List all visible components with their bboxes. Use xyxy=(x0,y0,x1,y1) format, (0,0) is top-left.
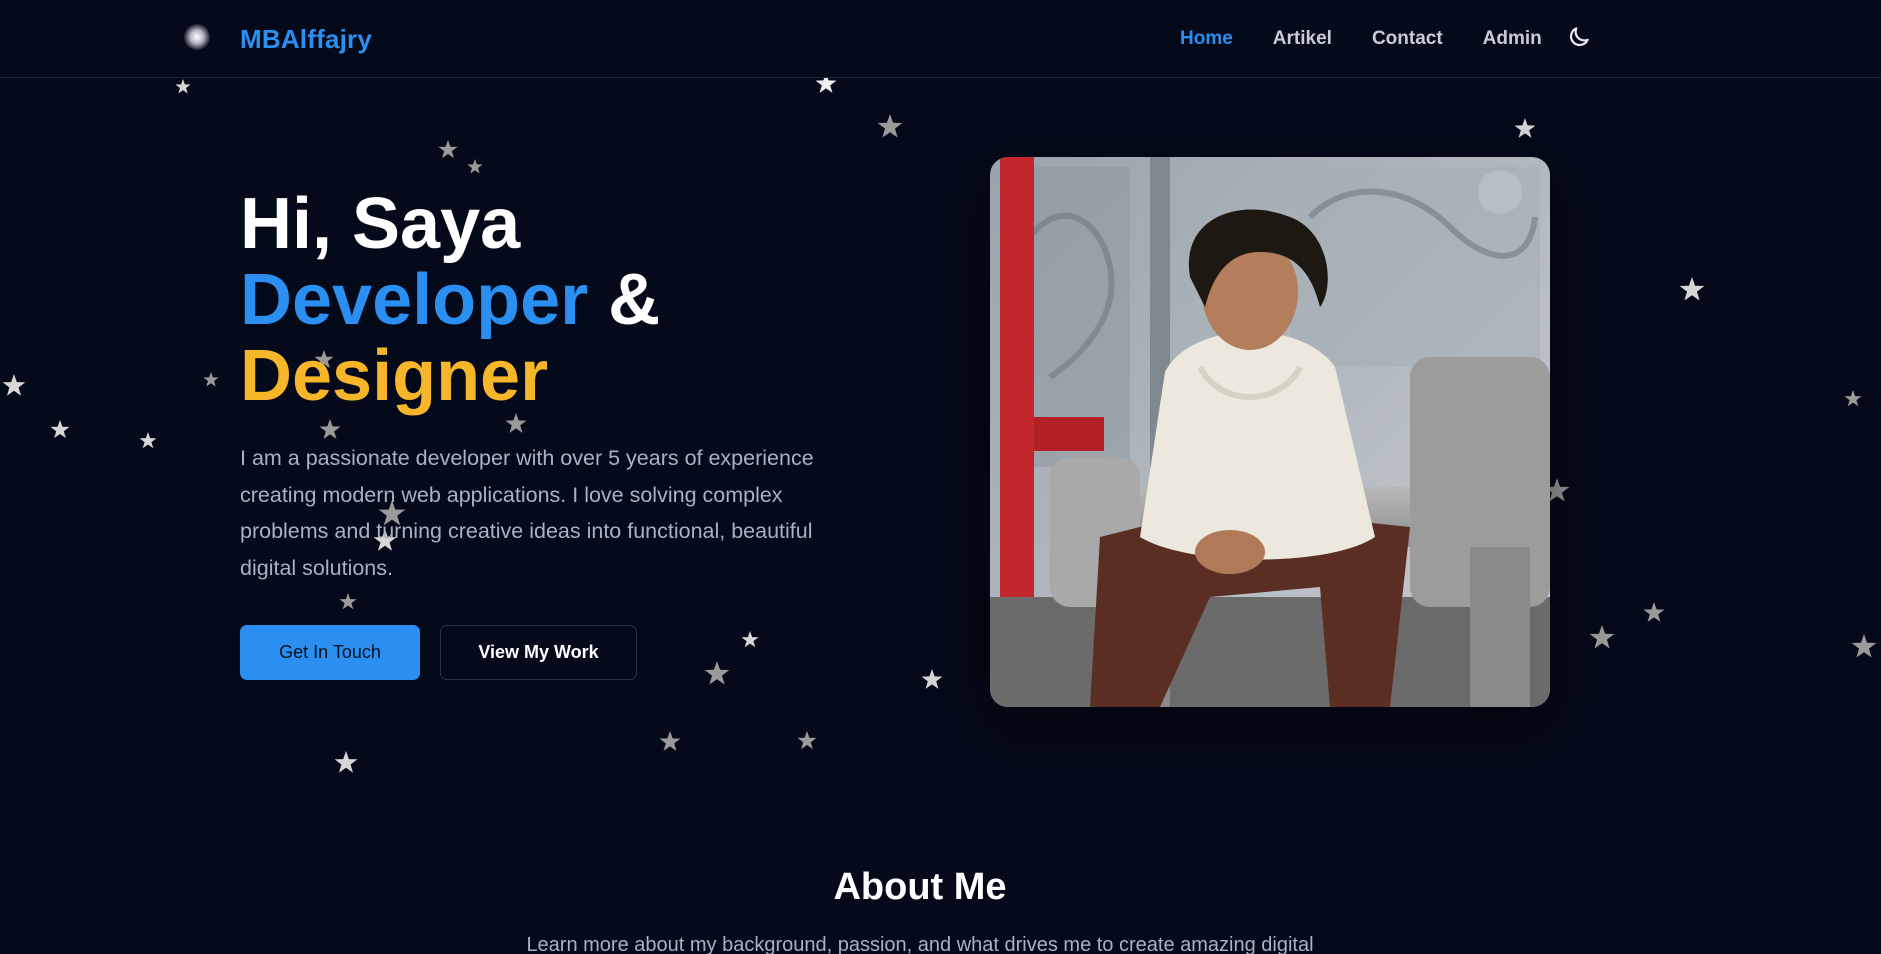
hero-description: I am a passionate developer with over 5 … xyxy=(240,446,814,580)
get-in-touch-button[interactable]: Get In Touch xyxy=(240,625,420,680)
brand-logo[interactable]: MBAlffajry xyxy=(240,24,372,55)
theme-toggle-button[interactable] xyxy=(1566,24,1592,50)
hero-role-line: Developer & xyxy=(240,262,660,338)
hero-ampersand: & xyxy=(608,260,661,340)
view-my-work-button[interactable]: View My Work xyxy=(440,625,637,680)
hero-role-designer: Designer xyxy=(240,336,549,416)
glow-orb-icon xyxy=(184,24,210,50)
about-title: About Me xyxy=(833,866,1007,908)
moon-icon xyxy=(1569,27,1589,47)
nav-item-home[interactable]: Home xyxy=(1180,28,1233,50)
about-subtitle: Learn more about my background, passion,… xyxy=(526,934,1314,954)
profile-photo xyxy=(990,157,1550,707)
navbar: MBAlffajry Home Artikel Contact Admin xyxy=(0,0,1881,78)
hero-role-developer: Developer xyxy=(240,260,589,340)
hero-title: Hi, Saya Developer & Designer xyxy=(240,186,660,414)
hero-greeting: Hi, Saya xyxy=(240,184,521,264)
nav-links: Home Artikel Contact Admin xyxy=(1180,28,1542,50)
profile-photo-illustration xyxy=(990,157,1550,707)
nav-item-contact[interactable]: Contact xyxy=(1372,28,1443,50)
nav-item-admin[interactable]: Admin xyxy=(1483,28,1542,50)
portfolio-page: MBAlffajry Home Artikel Contact Admin Hi… xyxy=(0,0,1881,954)
nav-item-artikel[interactable]: Artikel xyxy=(1273,28,1332,50)
